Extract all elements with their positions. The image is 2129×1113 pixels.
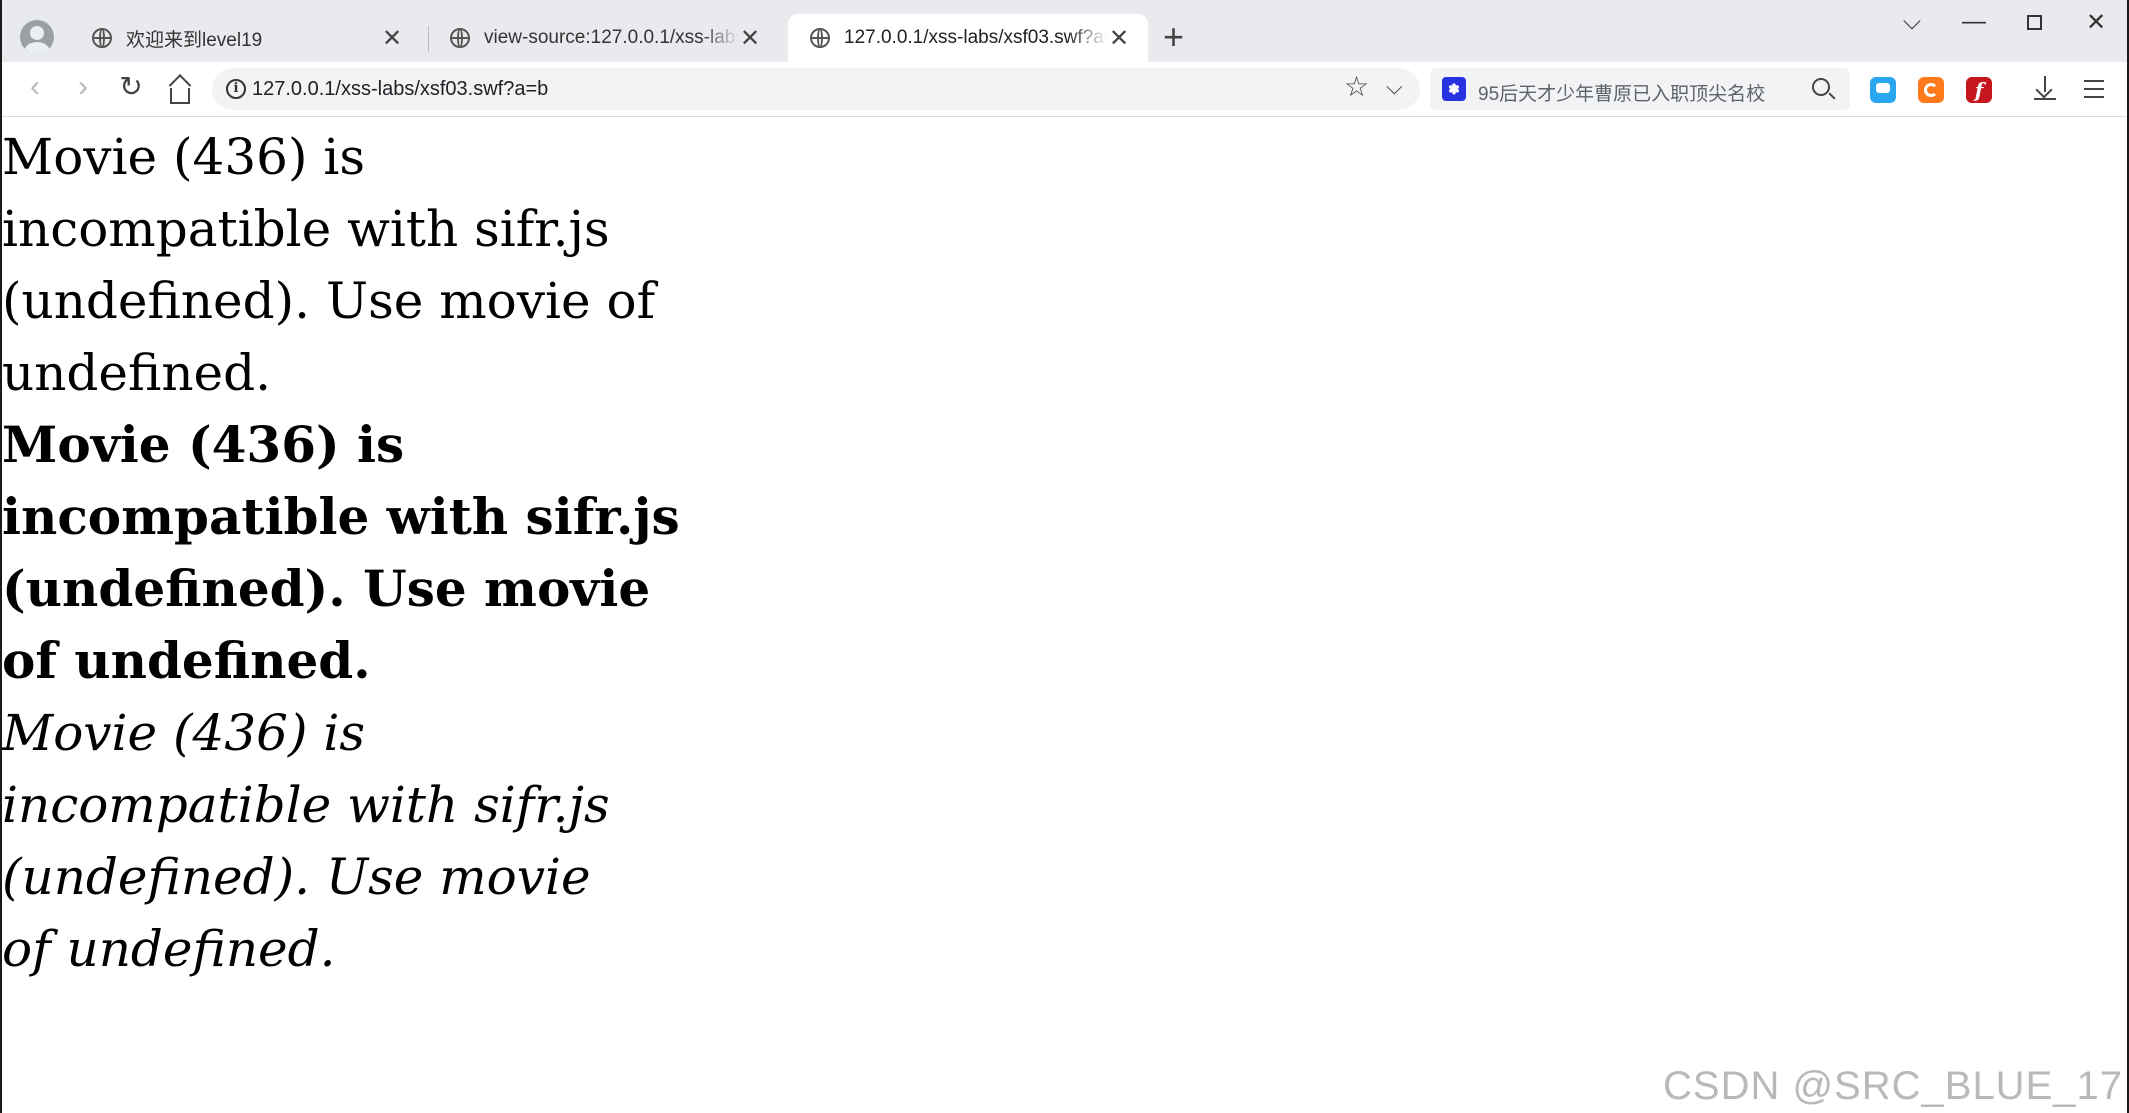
sifr-error-regular: Movie (436) is incompatible with sifr.js… (2, 128, 656, 402)
tab-xsf03-active[interactable]: 127.0.0.1/xss-labs/xsf03.swf?a=b ✕ (788, 14, 1148, 62)
menu-line (2084, 80, 2104, 82)
minimize-button[interactable]: — (1954, 8, 1994, 36)
menu-line (2084, 88, 2104, 90)
tab-bar: 欢迎来到level19 ✕ view-source:127.0.0.1/xss-… (0, 0, 2129, 63)
tab-title: 127.0.0.1/xss-labs/xsf03.swf?a=b (844, 27, 1108, 48)
tab-search-chevron-icon[interactable]: ⌵ (1892, 8, 1932, 36)
browser-toolbar: ‹ › ↻ i 127.0.0.1/xss-labs/xsf03.swf?a=b… (0, 62, 2129, 117)
address-bar[interactable]: i 127.0.0.1/xss-labs/xsf03.swf?a=b (212, 68, 1420, 110)
address-dropdown-icon[interactable]: ⌵ (1386, 72, 1403, 102)
sifr-error-bold: Movie (436) is incompatible with sifr.js… (2, 415, 680, 690)
download-icon[interactable] (2034, 76, 2056, 102)
window-close-button[interactable]: ✕ (2076, 8, 2116, 37)
tab-close-icon[interactable]: ✕ (381, 24, 403, 53)
url-text[interactable]: 127.0.0.1/xss-labs/xsf03.swf?a=b (252, 78, 548, 101)
extension-chat-icon[interactable] (1870, 77, 1896, 103)
search-suggestion-text[interactable]: 95后天才少年曹原已入职顶尖名校 (1478, 79, 1765, 106)
reload-button[interactable]: ↻ (114, 72, 148, 106)
menu-icon[interactable] (2084, 80, 2104, 98)
menu-line (2084, 96, 2104, 98)
tab-close-icon[interactable]: ✕ (1108, 24, 1130, 53)
download-arrow (2035, 81, 2053, 99)
profile-avatar-icon[interactable] (20, 20, 54, 54)
home-icon (170, 88, 190, 104)
sifr-error-italic: Movie (436) is incompatible with sifr.js… (2, 704, 610, 978)
extension-orange-icon[interactable] (1918, 77, 1944, 103)
globe-icon (450, 28, 470, 48)
csdn-watermark: CSDN @SRC_BLUE_17 (1663, 1064, 2123, 1108)
tab-level19[interactable]: 欢迎来到level19 ✕ (70, 14, 421, 62)
search-icon[interactable] (1812, 78, 1830, 96)
new-tab-button[interactable]: + (1163, 18, 1184, 56)
search-box[interactable]: ✽ 95后天才少年曹原已入职顶尖名校 (1430, 68, 1850, 110)
download-tray (2034, 98, 2056, 100)
window-border-left (0, 0, 2, 1113)
page-content: Movie (436) is incompatible with sifr.js… (0, 117, 2129, 1113)
tab-view-source[interactable]: view-source:127.0.0.1/xss-labs ✕ (428, 14, 779, 62)
baidu-paw-icon: ✽ (1442, 77, 1466, 101)
forward-button[interactable]: › (66, 72, 100, 106)
tab-close-icon[interactable]: ✕ (739, 24, 761, 53)
tab-title: 欢迎来到level19 (126, 29, 263, 51)
profile-torso (24, 42, 50, 54)
profile-head (30, 26, 44, 40)
back-button[interactable]: ‹ (18, 72, 52, 106)
maximize-button[interactable] (2027, 15, 2042, 30)
tab-title: view-source:127.0.0.1/xss-labs (484, 27, 739, 48)
globe-icon (92, 28, 112, 48)
flash-player-icon[interactable]: f (1966, 77, 1992, 103)
globe-icon (810, 28, 830, 48)
bookmark-star-icon[interactable]: ☆ (1344, 72, 1369, 102)
site-info-icon[interactable]: i (226, 79, 246, 99)
